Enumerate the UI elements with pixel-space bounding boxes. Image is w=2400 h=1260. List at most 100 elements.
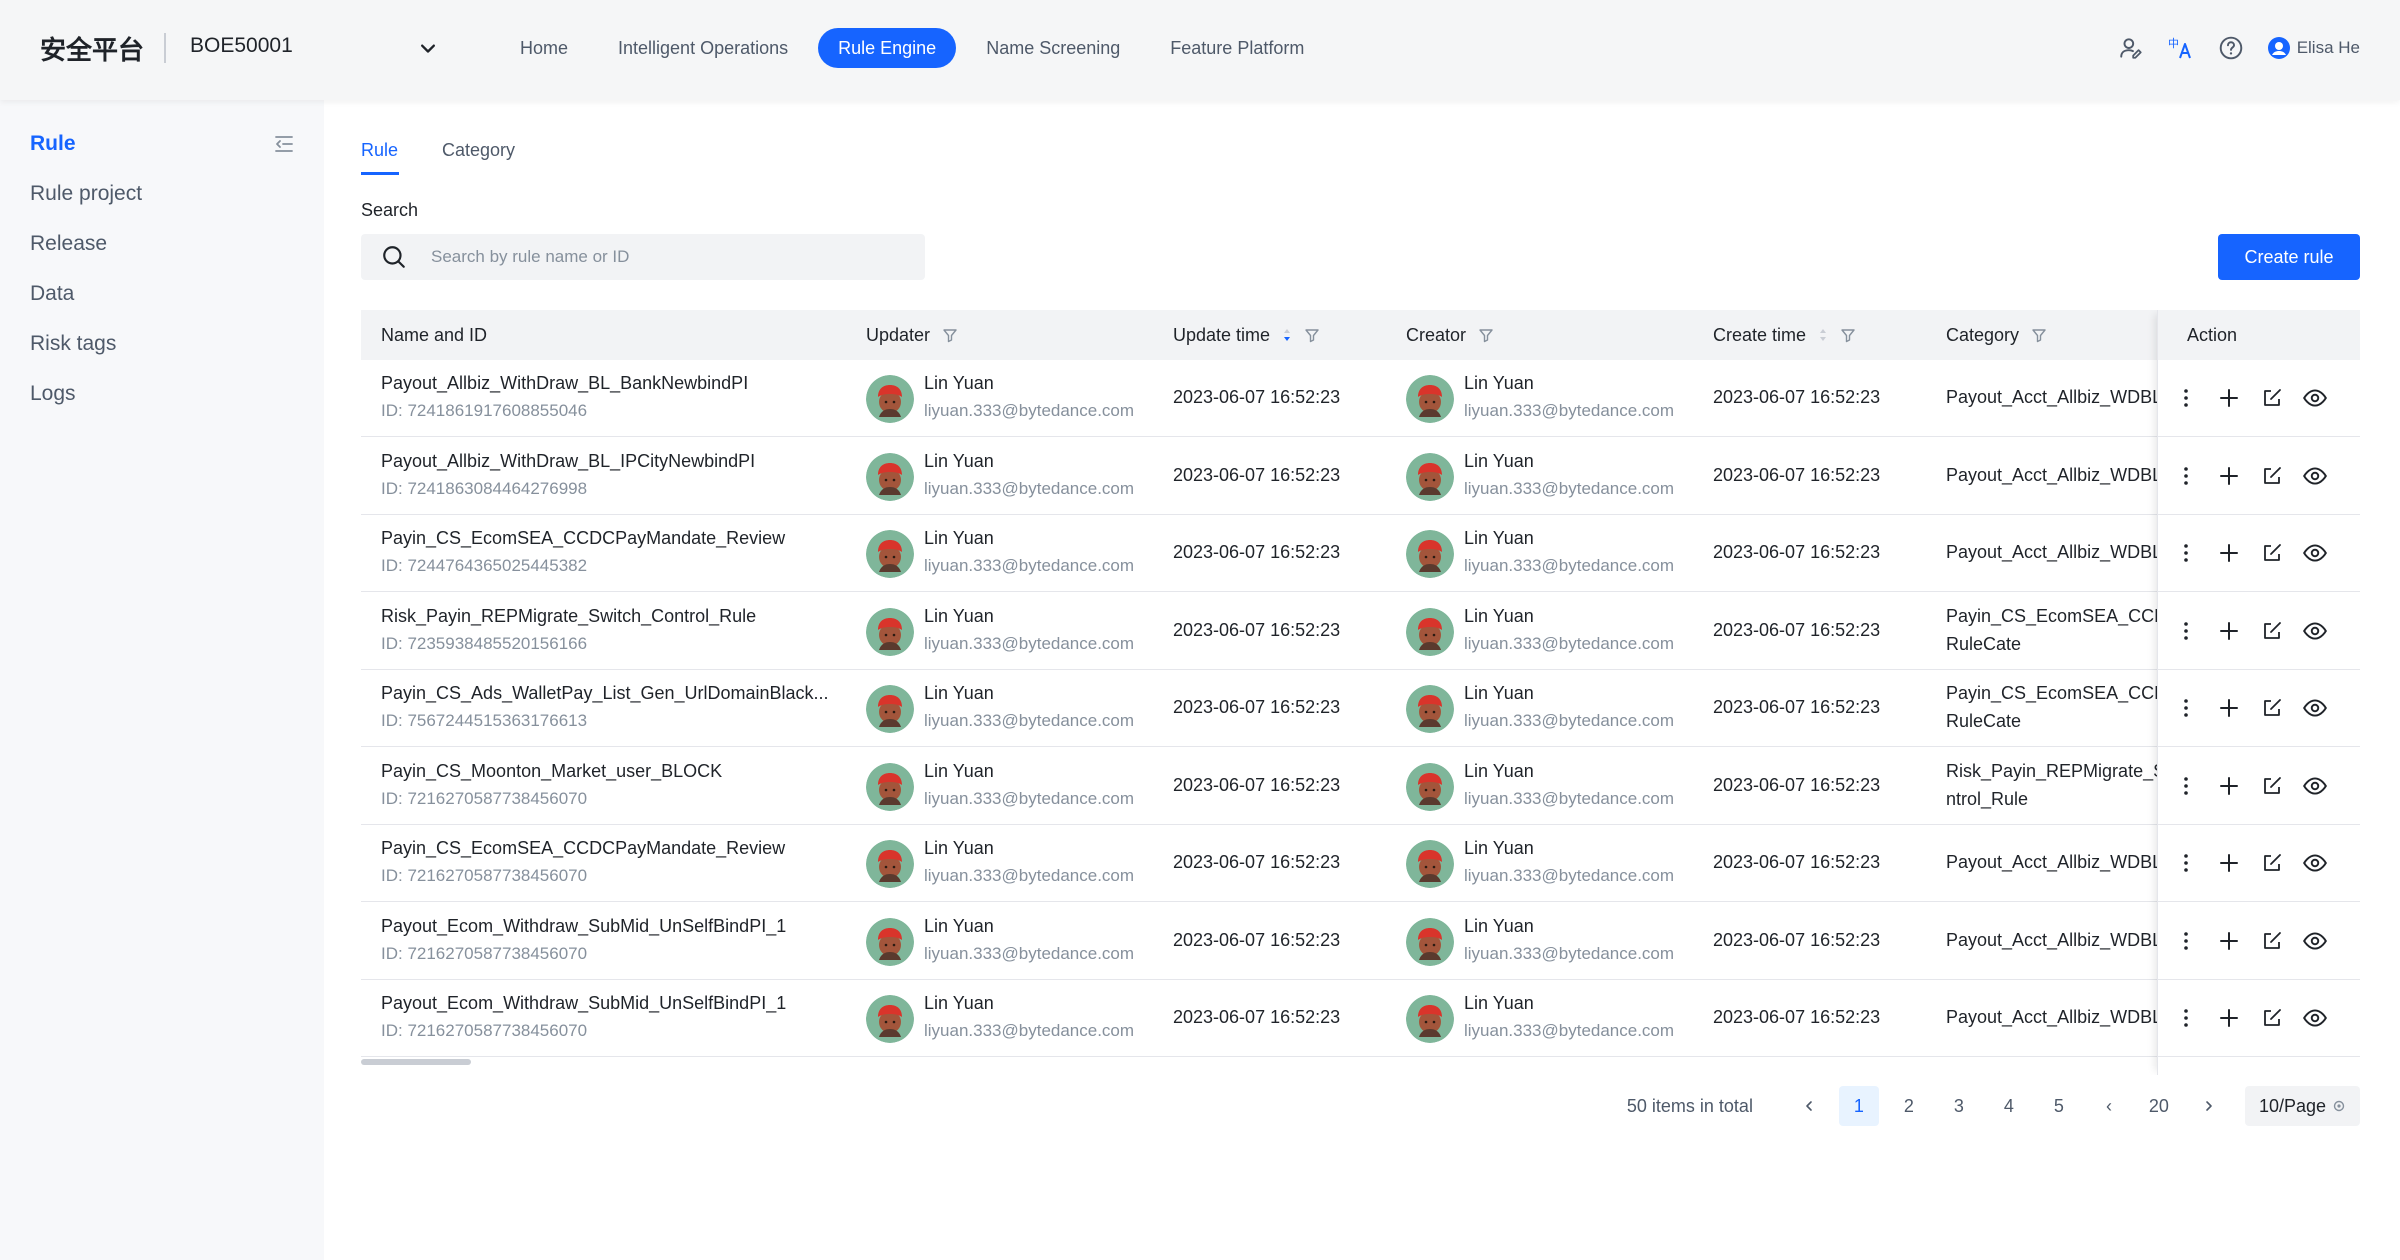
- more-icon[interactable]: [2171, 461, 2201, 491]
- user-menu[interactable]: Elisa He: [2267, 36, 2360, 60]
- rule-name[interactable]: Payout_Allbiz_WithDraw_BL_IPCityNewbindP…: [381, 451, 755, 472]
- edit-icon[interactable]: [2257, 693, 2287, 723]
- view-icon[interactable]: [2300, 926, 2330, 956]
- filter-icon[interactable]: [1478, 327, 1494, 343]
- sidebar-item-release[interactable]: Release: [30, 232, 107, 256]
- edit-icon[interactable]: [2257, 461, 2287, 491]
- rule-name[interactable]: Payin_CS_Moonton_Market_user_BLOCK: [381, 761, 722, 782]
- nav-item-feature-platform[interactable]: Feature Platform: [1150, 28, 1324, 68]
- add-icon[interactable]: [2214, 461, 2244, 491]
- add-icon[interactable]: [2214, 926, 2244, 956]
- updater-name: Lin Yuan: [924, 683, 994, 703]
- view-icon[interactable]: [2300, 1003, 2330, 1033]
- table-row[interactable]: Payin_CS_EcomSEA_CCDCPayMandate_Review I…: [361, 515, 2360, 592]
- sort-icon[interactable]: [1282, 327, 1292, 343]
- table-row[interactable]: Payout_Ecom_Withdraw_SubMid_UnSelfBindPI…: [361, 980, 2360, 1057]
- translate-icon[interactable]: 中: [2165, 32, 2197, 64]
- more-icon[interactable]: [2171, 383, 2201, 413]
- sidebar-item-rule[interactable]: Rule: [30, 132, 76, 156]
- table-row[interactable]: Payin_CS_Moonton_Market_user_BLOCK ID: 7…: [361, 747, 2360, 825]
- add-icon[interactable]: [2214, 771, 2244, 801]
- page-last[interactable]: 20: [2139, 1086, 2179, 1126]
- add-icon[interactable]: [2214, 538, 2244, 568]
- nav-item-rule-engine[interactable]: Rule Engine: [818, 28, 957, 68]
- sidebar-item-data[interactable]: Data: [30, 282, 74, 306]
- add-icon[interactable]: [2214, 848, 2244, 878]
- more-icon[interactable]: [2171, 538, 2201, 568]
- edit-icon[interactable]: [2257, 616, 2287, 646]
- tab-rule[interactable]: Rule: [361, 140, 398, 161]
- view-icon[interactable]: [2300, 616, 2330, 646]
- sort-icon[interactable]: [1818, 327, 1828, 343]
- more-icon[interactable]: [2171, 848, 2201, 878]
- collapse-sidebar-icon[interactable]: [272, 132, 296, 156]
- env-select[interactable]: BOE50001: [190, 30, 442, 66]
- search-input[interactable]: [431, 234, 911, 280]
- horizontal-scrollbar[interactable]: [361, 1059, 2360, 1067]
- filter-icon[interactable]: [1840, 327, 1856, 343]
- prev-page-icon[interactable]: [1789, 1086, 1829, 1126]
- add-icon[interactable]: [2214, 383, 2244, 413]
- rule-name[interactable]: Payout_Ecom_Withdraw_SubMid_UnSelfBindPI…: [381, 916, 786, 937]
- edit-icon[interactable]: [2257, 771, 2287, 801]
- table-row[interactable]: Risk_Payin_REPMigrate_Switch_Control_Rul…: [361, 592, 2360, 670]
- page-5[interactable]: 5: [2039, 1086, 2079, 1126]
- more-icon[interactable]: [2171, 616, 2201, 646]
- nav-item-name-screening[interactable]: Name Screening: [966, 28, 1140, 68]
- rule-name[interactable]: Payin_CS_Ads_WalletPay_List_Gen_UrlDomai…: [381, 683, 829, 704]
- filter-icon[interactable]: [942, 327, 958, 343]
- add-icon[interactable]: [2214, 1003, 2244, 1033]
- page-size-select[interactable]: 10/Page: [2244, 1086, 2360, 1126]
- view-icon[interactable]: [2300, 693, 2330, 723]
- nav-item-intelligent-operations[interactable]: Intelligent Operations: [598, 28, 808, 68]
- more-icon[interactable]: [2171, 926, 2201, 956]
- sidebar-item-risk-tags[interactable]: Risk tags: [30, 332, 116, 356]
- rule-name[interactable]: Payin_CS_EcomSEA_CCDCPayMandate_Review: [381, 528, 785, 549]
- sidebar-item-rule-project[interactable]: Rule project: [30, 182, 142, 206]
- view-icon[interactable]: [2300, 461, 2330, 491]
- filter-icon[interactable]: [2031, 327, 2047, 343]
- view-icon[interactable]: [2300, 771, 2330, 801]
- rule-id: ID: 7216270587738456070: [381, 788, 588, 808]
- rule-name[interactable]: Payout_Allbiz_WithDraw_BL_BankNewbindPI: [381, 373, 748, 394]
- tab-category[interactable]: Category: [442, 140, 515, 161]
- add-icon[interactable]: [2214, 616, 2244, 646]
- page-2[interactable]: 2: [1889, 1086, 1929, 1126]
- rule-name[interactable]: Payin_CS_EcomSEA_CCDCPayMandate_Review: [381, 838, 785, 859]
- edit-icon[interactable]: [2257, 926, 2287, 956]
- user-permission-icon[interactable]: [2115, 32, 2147, 64]
- table-row[interactable]: Payout_Ecom_Withdraw_SubMid_UnSelfBindPI…: [361, 902, 2360, 980]
- edit-icon[interactable]: [2257, 848, 2287, 878]
- filter-icon[interactable]: [1304, 327, 1320, 343]
- help-icon[interactable]: [2215, 32, 2247, 64]
- sidebar-item-logs[interactable]: Logs: [30, 382, 76, 406]
- create-time: 2023-06-07 16:52:23: [1713, 1007, 1881, 1027]
- search-box: [361, 234, 925, 280]
- page-3[interactable]: 3: [1939, 1086, 1979, 1126]
- table-row[interactable]: Payin_CS_Ads_WalletPay_List_Gen_UrlDomai…: [361, 670, 2360, 747]
- table-row[interactable]: Payout_Allbiz_WithDraw_BL_IPCityNewbindP…: [361, 437, 2360, 515]
- table-row[interactable]: Payin_CS_EcomSEA_CCDCPayMandate_Review I…: [361, 825, 2360, 902]
- view-icon[interactable]: [2300, 848, 2330, 878]
- view-icon[interactable]: [2300, 538, 2330, 568]
- more-icon[interactable]: [2171, 693, 2201, 723]
- rule-id: ID: 7216270587738456070: [381, 1021, 588, 1040]
- updater-email: liyuan.333@bytedance.com: [924, 711, 1135, 730]
- rule-name[interactable]: Risk_Payin_REPMigrate_Switch_Control_Rul…: [381, 606, 756, 627]
- create-rule-button[interactable]: Create rule: [2218, 234, 2360, 280]
- edit-icon[interactable]: [2257, 538, 2287, 568]
- page-ellipsis[interactable]: ‹: [2089, 1086, 2129, 1126]
- rule-name[interactable]: Payout_Ecom_Withdraw_SubMid_UnSelfBindPI…: [381, 993, 786, 1014]
- page-1[interactable]: 1: [1838, 1086, 1879, 1126]
- more-icon[interactable]: [2171, 1003, 2201, 1033]
- page-4[interactable]: 4: [1989, 1086, 2029, 1126]
- edit-icon[interactable]: [2257, 1003, 2287, 1033]
- next-page-icon[interactable]: [2189, 1086, 2229, 1126]
- edit-icon[interactable]: [2257, 383, 2287, 413]
- view-icon[interactable]: [2300, 383, 2330, 413]
- nav-item-home[interactable]: Home: [500, 28, 588, 68]
- more-icon[interactable]: [2171, 771, 2201, 801]
- add-icon[interactable]: [2214, 693, 2244, 723]
- table-row[interactable]: Payout_Allbiz_WithDraw_BL_BankNewbindPI …: [361, 360, 2360, 437]
- scrollbar-thumb[interactable]: [361, 1059, 471, 1065]
